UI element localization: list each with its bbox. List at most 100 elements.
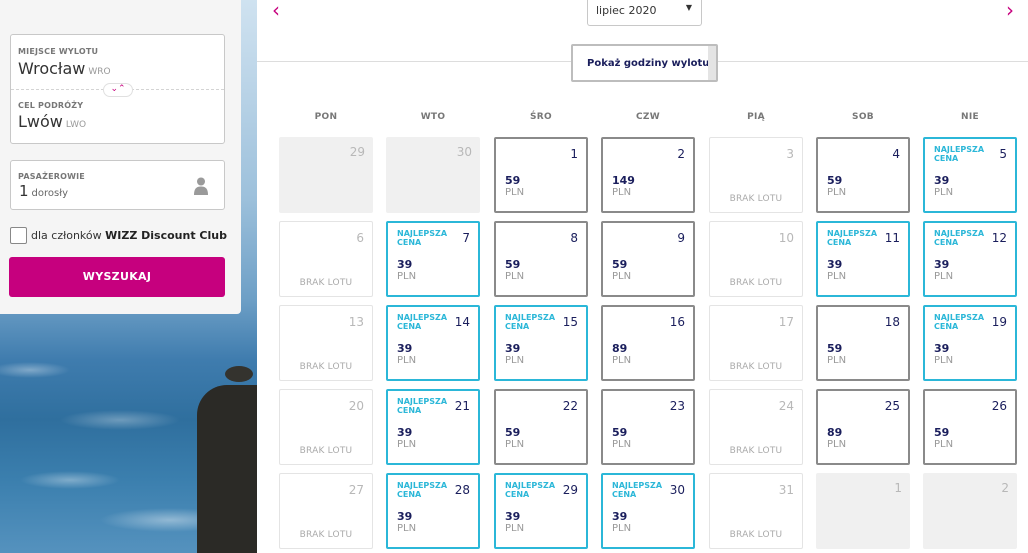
day-number: 23 — [669, 399, 685, 413]
day-price: 39 — [934, 174, 950, 187]
calendar-day[interactable]: 23 59 PLN — [601, 389, 695, 465]
club-prefix: dla członków — [31, 229, 102, 242]
calendar-day[interactable]: 21 NAJLEPSZA CENA 39 PLN — [386, 389, 480, 465]
day-number: 1 — [570, 147, 578, 161]
calendar-day[interactable]: 7 NAJLEPSZA CENA 39 PLN — [386, 221, 480, 297]
day-currency: PLN — [827, 355, 847, 366]
day-currency: PLN — [397, 439, 417, 450]
day-number: 27 — [348, 483, 364, 497]
destination-label: CEL PODRÓŻY — [18, 101, 84, 110]
month-select[interactable]: lipiec 2020 ▼ — [587, 0, 702, 26]
day-currency: PLN — [397, 523, 417, 534]
day-number: 19 — [991, 315, 1007, 329]
day-number: 6 — [356, 231, 364, 245]
day-price: 59 — [827, 174, 843, 187]
day-number: 24 — [778, 399, 794, 413]
day-number: 29 — [349, 145, 365, 159]
show-hours-strip — [708, 46, 716, 80]
calendar-day[interactable]: 18 59 PLN — [816, 305, 910, 381]
calendar-day[interactable]: 2 149 PLN — [601, 137, 695, 213]
calendar-day[interactable]: 26 59 PLN — [923, 389, 1017, 465]
day-price: 59 — [505, 426, 521, 439]
calendar-day: 24 BRAK LOTU — [709, 389, 803, 465]
next-month-icon[interactable]: › — [1006, 0, 1014, 23]
calendar-day[interactable]: 29 NAJLEPSZA CENA 39 PLN — [494, 473, 588, 549]
origin-field[interactable]: MIEJSCE WYLOTU Wrocław WRO — [11, 35, 224, 89]
no-flight-label: BRAK LOTU — [729, 362, 783, 372]
calendar-day[interactable]: 12 NAJLEPSZA CENA 39 PLN — [923, 221, 1017, 297]
weekday-label: SOB — [852, 112, 874, 122]
calendar-day: 30 — [386, 137, 480, 213]
no-flight-label: BRAK LOTU — [729, 278, 783, 288]
calendar-day[interactable]: 25 89 PLN — [816, 389, 910, 465]
calendar-day[interactable]: 5 NAJLEPSZA CENA 39 PLN — [923, 137, 1017, 213]
best-price-tag: NAJLEPSZA CENA — [934, 145, 985, 163]
day-number: 3 — [786, 147, 794, 161]
day-number: 16 — [669, 315, 685, 329]
day-currency: PLN — [934, 271, 954, 282]
no-flight-label: BRAK LOTU — [729, 446, 783, 456]
prev-month-icon[interactable]: ‹ — [272, 0, 280, 23]
calendar-day[interactable]: 1 59 PLN — [494, 137, 588, 213]
calendar-day: 17 BRAK LOTU — [709, 305, 803, 381]
day-price: 59 — [827, 342, 843, 355]
calendar-day: 13 BRAK LOTU — [279, 305, 373, 381]
calendar-day: 1 — [816, 473, 910, 549]
day-currency: PLN — [612, 271, 632, 282]
passengers-field[interactable]: PASAŻEROWIE 1 dorosły — [10, 160, 225, 210]
day-price: 89 — [827, 426, 843, 439]
calendar-day[interactable]: 14 NAJLEPSZA CENA 39 PLN — [386, 305, 480, 381]
best-price-tag: NAJLEPSZA CENA — [397, 397, 448, 415]
passengers-type: dorosły — [31, 188, 68, 199]
day-currency: PLN — [505, 439, 525, 450]
day-number: 29 — [562, 483, 578, 497]
passengers-value: 1 dorosły — [19, 182, 68, 200]
day-number: 2 — [1001, 481, 1009, 495]
no-flight-label: BRAK LOTU — [299, 278, 353, 288]
day-number: 4 — [892, 147, 900, 161]
day-number: 26 — [991, 399, 1007, 413]
calendar-day[interactable]: 30 NAJLEPSZA CENA 39 PLN — [601, 473, 695, 549]
show-hours-button[interactable]: Pokaż godziny wylotu — [571, 44, 718, 82]
calendar-day[interactable]: 15 NAJLEPSZA CENA 39 PLN — [494, 305, 588, 381]
day-currency: PLN — [827, 439, 847, 450]
day-number: 20 — [348, 399, 364, 413]
day-number: 18 — [884, 315, 900, 329]
origin-city: Wrocław — [18, 59, 86, 78]
calendar-day[interactable]: 11 NAJLEPSZA CENA 39 PLN — [816, 221, 910, 297]
day-number: 30 — [669, 483, 685, 497]
day-number: 25 — [884, 399, 900, 413]
no-flight-label: BRAK LOTU — [299, 530, 353, 540]
no-flight-label: BRAK LOTU — [299, 362, 353, 372]
day-number: 7 — [462, 231, 470, 245]
calendar-day: 27 BRAK LOTU — [279, 473, 373, 549]
search-button[interactable]: WYSZUKAJ — [9, 257, 225, 297]
calendar-day: 3 BRAK LOTU — [709, 137, 803, 213]
day-price: 59 — [505, 258, 521, 271]
best-price-tag: NAJLEPSZA CENA — [505, 313, 556, 331]
day-number: 1 — [894, 481, 902, 495]
day-number: 30 — [456, 145, 472, 159]
day-currency: PLN — [505, 271, 525, 282]
calendar-day[interactable]: 8 59 PLN — [494, 221, 588, 297]
search-panel: MIEJSCE WYLOTU Wrocław WRO ⌄⌃ CEL PODRÓŻY… — [0, 0, 241, 314]
show-hours-label: Pokaż godziny wylotu — [587, 58, 710, 69]
calendar-day[interactable]: 22 59 PLN — [494, 389, 588, 465]
calendar-day[interactable]: 16 89 PLN — [601, 305, 695, 381]
club-checkbox[interactable] — [10, 227, 27, 244]
calendar-day[interactable]: 19 NAJLEPSZA CENA 39 PLN — [923, 305, 1017, 381]
best-price-tag: NAJLEPSZA CENA — [612, 481, 663, 499]
calendar-day[interactable]: 4 59 PLN — [816, 137, 910, 213]
passengers-label: PASAŻEROWIE — [18, 172, 85, 181]
passengers-count: 1 — [19, 182, 29, 200]
calendar-day[interactable]: 28 NAJLEPSZA CENA 39 PLN — [386, 473, 480, 549]
origin-value: Wrocław WRO — [18, 59, 111, 78]
best-price-tag: NAJLEPSZA CENA — [397, 229, 448, 247]
best-price-tag: NAJLEPSZA CENA — [827, 229, 878, 247]
destination-field[interactable]: CEL PODRÓŻY Lwów LWO — [11, 90, 224, 143]
destination-code: LWO — [65, 120, 87, 130]
day-currency: PLN — [612, 523, 632, 534]
best-price-tag: NAJLEPSZA CENA — [934, 313, 985, 331]
day-currency: PLN — [397, 271, 417, 282]
calendar-day[interactable]: 9 59 PLN — [601, 221, 695, 297]
